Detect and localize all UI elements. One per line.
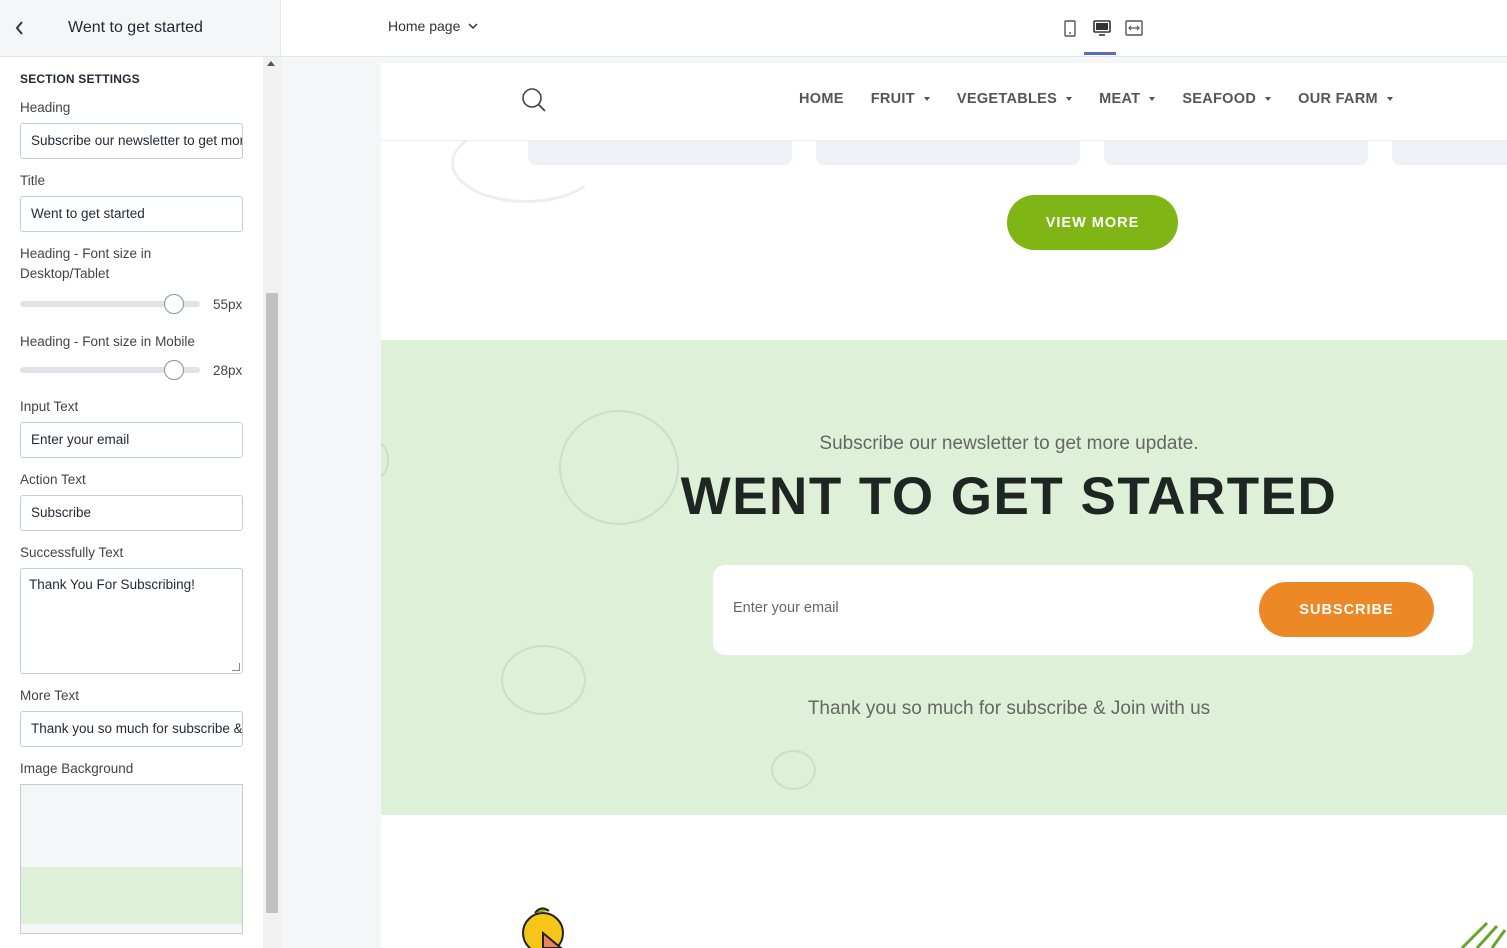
subscribe-button[interactable]: SUBSCRIBE (1259, 582, 1434, 637)
desktop-icon[interactable] (1093, 18, 1111, 38)
scroll-up-arrow-icon[interactable] (267, 61, 275, 66)
nav-label: SEAFOOD (1182, 91, 1257, 107)
nav-item-fruit[interactable]: FRUIT (871, 91, 930, 107)
title-label: Title (20, 173, 46, 188)
caret-down-icon (923, 97, 930, 101)
caret-down-icon (1149, 97, 1156, 101)
email-input[interactable]: Enter your email (733, 600, 839, 616)
heading-font-mobile-label: Heading - Font size in Mobile (20, 334, 195, 349)
heading-font-mobile-slider[interactable] (20, 360, 200, 380)
page-selector[interactable]: Home page (388, 18, 478, 34)
leaf-icon (1460, 921, 1507, 948)
action-text-label: Action Text (20, 472, 86, 487)
nav-item-our-farm[interactable]: OUR FARM (1298, 91, 1393, 107)
main-nav: HOME FRUIT VEGETABLES MEAT SEAFOOD OUR F… (799, 91, 1420, 107)
nav-item-vegetables[interactable]: VEGETABLES (956, 91, 1073, 107)
search-icon[interactable] (521, 87, 547, 113)
editor-topbar: Home page (281, 0, 1507, 57)
store-header: HOME FRUIT VEGETABLES MEAT SEAFOOD OUR F… (381, 63, 1507, 140)
mobile-icon[interactable] (1061, 18, 1079, 38)
sidebar-title: Went to get started (68, 19, 203, 36)
resize-grip-icon[interactable] (232, 663, 240, 671)
orange-fruit-icon (522, 907, 564, 948)
caret-down-icon (1386, 97, 1393, 101)
heading-font-desktop-value: 55px (213, 296, 243, 312)
more-text-input[interactable]: Thank you so much for subscribe & Join w… (20, 711, 243, 747)
heading-font-mobile-slider-row: 28px (20, 359, 243, 381)
nav-label: FRUIT (870, 91, 915, 107)
nav-item-seafood[interactable]: SEAFOOD (1182, 91, 1272, 107)
chevron-left-icon (15, 21, 23, 35)
newsletter-form: Enter your email SUBSCRIBE (713, 565, 1473, 655)
scroll-thumb[interactable] (266, 293, 278, 913)
product-card[interactable] (816, 140, 1080, 165)
store-preview: HOME FRUIT VEGETABLES MEAT SEAFOOD OUR F… (381, 63, 1507, 948)
action-text-input[interactable]: Subscribe (20, 495, 243, 531)
heading-label: Heading (20, 100, 71, 115)
heading-input[interactable]: Subscribe our newsletter to get more upd… (20, 123, 243, 159)
product-card[interactable] (528, 140, 792, 165)
image-background-picker[interactable] (20, 784, 243, 934)
success-text-label: Successfully Text (20, 545, 124, 560)
newsletter-section: Subscribe our newsletter to get more upd… (381, 340, 1507, 815)
chevron-down-icon (468, 22, 478, 29)
caret-down-icon (1066, 97, 1073, 101)
heading-font-desktop-slider-row: 55px (20, 293, 243, 315)
newsletter-heading: WENT TO GET STARTED (680, 467, 1338, 526)
slider-thumb[interactable] (164, 360, 184, 380)
success-text-value: Thank You For Subscribing! (29, 577, 195, 592)
more-text-label: More Text (20, 688, 80, 703)
newsletter-more-text: Thank you so much for subscribe & Join w… (807, 698, 1211, 719)
full-width-icon[interactable] (1125, 18, 1143, 38)
active-device-indicator (1084, 52, 1116, 55)
success-text-textarea[interactable]: Thank You For Subscribing! (20, 568, 243, 674)
heading-font-desktop-label: Heading - Font size in Desktop/Tablet (20, 246, 152, 281)
caret-down-icon (1265, 97, 1272, 101)
slider-thumb[interactable] (164, 294, 184, 314)
sidebar-header: Went to get started (0, 0, 280, 57)
product-card[interactable] (1104, 140, 1368, 165)
page-selector-label: Home page (388, 18, 461, 34)
sidebar-scrollbar[interactable] (263, 57, 281, 948)
newsletter-subheading: Subscribe our newsletter to get more upd… (819, 433, 1199, 454)
nav-item-meat[interactable]: MEAT (1099, 91, 1156, 107)
product-cards-strip (381, 140, 1507, 165)
nav-label: HOME (799, 91, 844, 107)
nav-item-home[interactable]: HOME (799, 91, 844, 107)
view-more-button[interactable]: VIEW MORE (1007, 195, 1178, 250)
input-text-input[interactable]: Enter your email (20, 422, 243, 458)
back-button[interactable] (0, 0, 40, 57)
nav-label: VEGETABLES (956, 91, 1058, 107)
heading-font-desktop-slider[interactable] (20, 294, 200, 314)
product-card[interactable] (1392, 140, 1507, 165)
heading-font-mobile-value: 28px (213, 362, 243, 378)
nav-label: MEAT (1099, 91, 1141, 107)
image-bg-label: Image Background (20, 761, 134, 776)
nav-label: OUR FARM (1298, 91, 1378, 107)
image-background-thumbnail (21, 867, 242, 924)
section-settings-label: SECTION SETTINGS (20, 72, 140, 86)
editor-sidebar: Went to get started SECTION SETTINGS Hea… (0, 0, 281, 948)
input-text-label: Input Text (20, 399, 79, 414)
device-switcher (1061, 18, 1143, 38)
title-input[interactable]: Went to get started (20, 196, 243, 232)
settings-panel: SECTION SETTINGS Heading Subscribe our n… (0, 57, 263, 948)
fruit-sketch-icon (771, 750, 816, 790)
